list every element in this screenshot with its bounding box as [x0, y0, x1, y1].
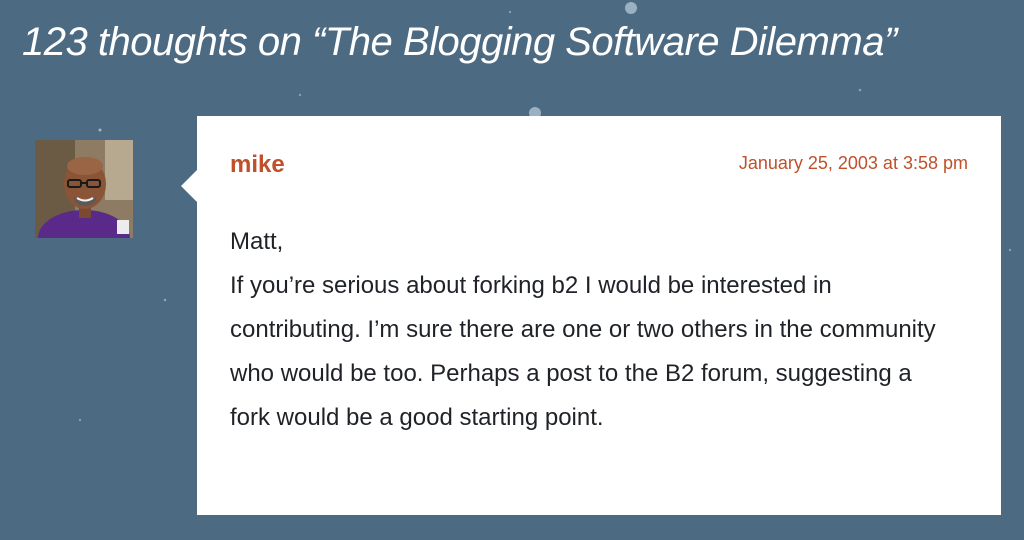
comments-title: 123 thoughts on “The Blogging Software D…: [22, 20, 897, 64]
comment-author-link[interactable]: mike: [230, 151, 285, 179]
comment-body: Matt, If you’re serious about forking b2…: [230, 220, 950, 440]
comment-text: If you’re serious about forking b2 I wou…: [230, 272, 936, 431]
comment-date-link[interactable]: January 25, 2003 at 3:58 pm: [739, 153, 968, 174]
avatar-image: [35, 140, 133, 238]
comment-card: mike January 25, 2003 at 3:58 pm Matt, I…: [181, 116, 1001, 515]
comment-pointer: [181, 170, 197, 202]
comment-greeting: Matt,: [230, 228, 284, 255]
comment-author-avatar[interactable]: [35, 140, 133, 238]
